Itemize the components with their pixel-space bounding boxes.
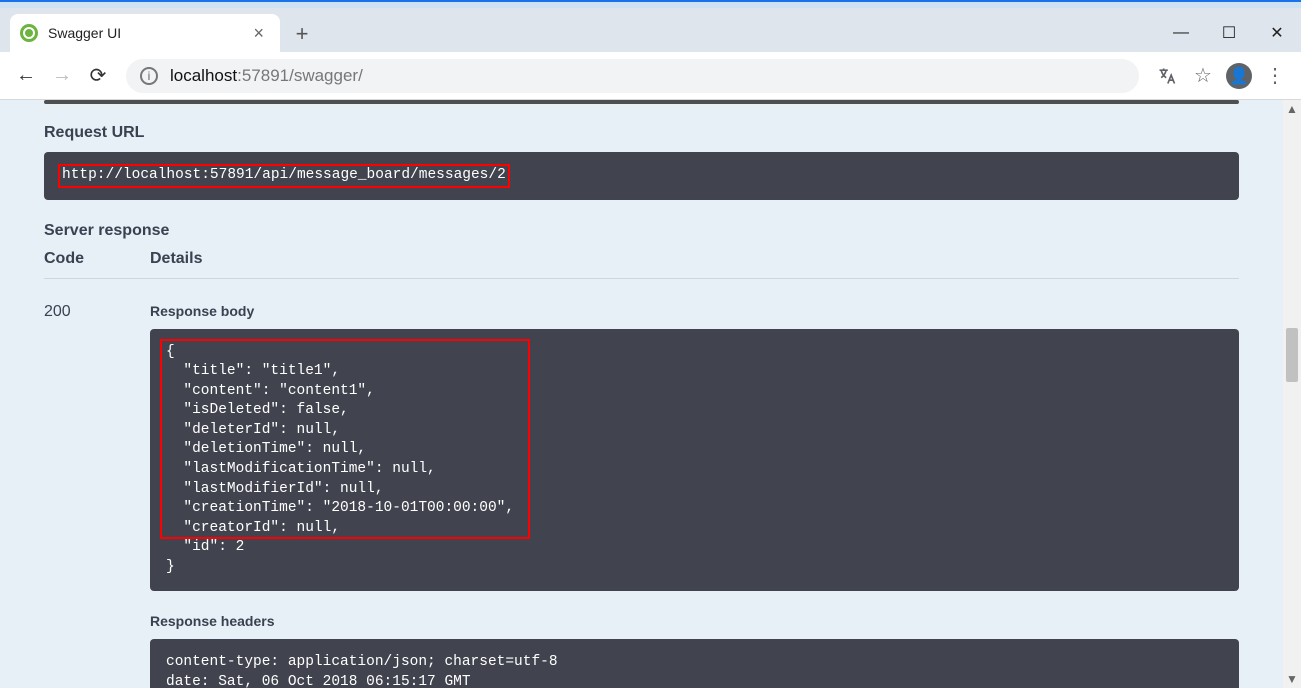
tab-close-icon[interactable]: × — [247, 23, 270, 44]
response-headers-heading: Response headers — [150, 613, 1239, 629]
profile-avatar[interactable]: 👤 — [1221, 58, 1257, 94]
vertical-scrollbar[interactable]: ▲ ▼ — [1283, 100, 1301, 688]
browser-tab[interactable]: Swagger UI × — [10, 14, 280, 52]
code-column-header: Code — [44, 250, 150, 268]
swagger-favicon-icon — [20, 24, 38, 42]
section-divider — [44, 100, 1239, 104]
url-host: localhost — [170, 66, 237, 86]
forward-button[interactable]: → — [44, 58, 80, 94]
details-column-header: Details — [150, 250, 202, 268]
server-response-heading: Server response — [44, 222, 1239, 240]
url-path: :57891/swagger/ — [237, 66, 363, 86]
reload-button[interactable]: ⟳ — [80, 58, 116, 94]
bookmark-star-icon[interactable]: ☆ — [1185, 58, 1221, 94]
window-maximize-button[interactable]: ☐ — [1205, 14, 1253, 52]
browser-window: Swagger UI × + — ☐ ✕ ← → ⟳ i localhost:5… — [0, 0, 1301, 688]
content-area: Request URL http://localhost:57891/api/m… — [0, 100, 1301, 688]
response-headers-box: content-type: application/json; charset=… — [150, 639, 1239, 688]
tab-title: Swagger UI — [48, 25, 247, 41]
window-titlebar-accent — [0, 0, 1301, 8]
window-controls: — ☐ ✕ — [1157, 14, 1301, 52]
scroll-down-arrow-icon[interactable]: ▼ — [1283, 670, 1301, 688]
status-code: 200 — [44, 303, 150, 688]
response-body-heading: Response body — [150, 303, 1239, 319]
new-tab-button[interactable]: + — [286, 18, 318, 50]
site-info-icon[interactable]: i — [140, 67, 158, 85]
scroll-up-arrow-icon[interactable]: ▲ — [1283, 100, 1301, 118]
swagger-page: Request URL http://localhost:57891/api/m… — [0, 100, 1283, 688]
details-column: Response body { "title": "title1", "cont… — [150, 303, 1239, 688]
request-url-value: http://localhost:57891/api/message_board… — [60, 166, 508, 186]
menu-kebab-icon[interactable]: ⋮ — [1257, 58, 1293, 94]
translate-icon[interactable] — [1149, 58, 1185, 94]
scroll-thumb[interactable] — [1286, 328, 1298, 382]
response-body-box: { "title": "title1", "content": "content… — [150, 329, 1239, 592]
window-minimize-button[interactable]: — — [1157, 14, 1205, 52]
window-close-button[interactable]: ✕ — [1253, 14, 1301, 52]
request-url-box: http://localhost:57891/api/message_board… — [44, 152, 1239, 200]
response-row: 200 Response body { "title": "title1", "… — [44, 279, 1239, 688]
browser-toolbar: ← → ⟳ i localhost:57891/swagger/ ☆ 👤 ⋮ — [0, 52, 1301, 100]
request-url-heading: Request URL — [44, 124, 1239, 142]
tab-strip: Swagger UI × + — ☐ ✕ — [0, 8, 1301, 52]
response-table-header: Code Details — [44, 250, 1239, 279]
address-bar[interactable]: i localhost:57891/swagger/ — [126, 59, 1139, 93]
response-table: Code Details 200 Response body { "title"… — [44, 250, 1239, 688]
back-button[interactable]: ← — [8, 58, 44, 94]
